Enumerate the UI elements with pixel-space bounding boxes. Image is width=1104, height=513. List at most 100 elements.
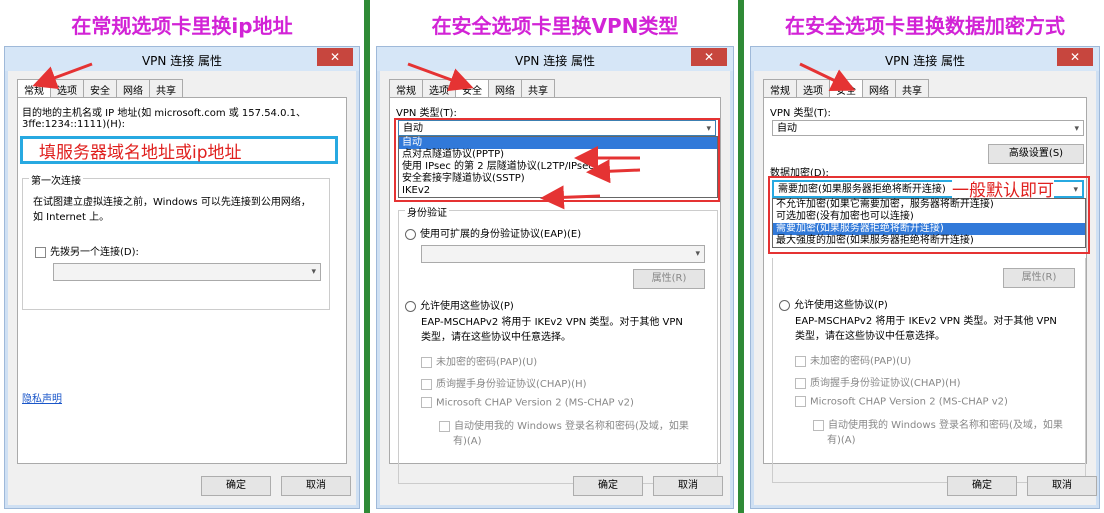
auto-windows-label-line1: 自动使用我的 Windows 登录名称和密码(及域，如果	[828, 420, 1063, 431]
mschap-checkbox[interactable]: Microsoft CHAP Version 2 (MS-CHAP v2)	[421, 397, 634, 409]
chevron-down-icon: ▾	[311, 267, 316, 277]
mschap-checkbox[interactable]: Microsoft CHAP Version 2 (MS-CHAP v2)	[795, 396, 1008, 408]
tab-security[interactable]: 安全	[455, 79, 489, 99]
tab-content: VPN 类型(T): 自动 ▾ 自动 点对点隧道协议(PPTP) 使用 IPsec…	[389, 97, 721, 484]
panel-heading: 在安全选项卡里换VPN类型	[431, 14, 679, 38]
checkbox-icon	[421, 378, 432, 390]
tab-strip: 常规 选项 安全 网络 共享	[389, 79, 555, 99]
ok-button[interactable]: 确定	[947, 476, 1017, 496]
tab-network[interactable]: 网络	[488, 79, 522, 99]
auth-group: 身份验证 使用可扩展的身份验证协议(EAP)(E) ▾ 属性(R) 允许使用这些…	[398, 204, 718, 484]
checkbox-icon	[421, 356, 432, 368]
window-title: VPN 连接 属性	[884, 54, 966, 68]
allow-protocols-radio[interactable]: 允许使用这些协议(P)	[405, 297, 514, 312]
chevron-down-icon: ▾	[695, 249, 700, 259]
cancel-button[interactable]: 取消	[653, 476, 723, 496]
mschap-note-line1: EAP-MSCHAPv2 将用于 IKEv2 VPN 类型。对于其他 VPN	[421, 317, 683, 328]
highlight-box	[394, 118, 720, 202]
vpn-properties-dialog: VPN 连接 属性 ✕ 常规 选项 安全 网络 共享 目的地的主机名或 IP 地址(如 …	[4, 46, 360, 509]
tab-options[interactable]: 选项	[50, 79, 84, 99]
advanced-settings-button[interactable]: 高级设置(S)	[988, 144, 1084, 164]
ok-button[interactable]: 确定	[201, 476, 271, 496]
host-label: 目的地的主机名或 IP 地址(如 microsoft.com 或 157.54.…	[22, 104, 306, 130]
panel-security-vpn-type: 在安全选项卡里换VPN类型 VPN 连接 属性 ✕ 常规 选项 安全 网络 共享 VPN…	[372, 0, 738, 513]
checkbox-icon	[35, 246, 46, 258]
mschap-note-line1: EAP-MSCHAPv2 将用于 IKEv2 VPN 类型。对于其他 VPN	[795, 316, 1057, 327]
tab-options[interactable]: 选项	[422, 79, 456, 99]
checkbox-icon	[795, 377, 806, 389]
tab-security[interactable]: 安全	[83, 79, 117, 99]
ok-button[interactable]: 确定	[573, 476, 643, 496]
eap-radio-label: 使用可扩展的身份验证协议(EAP)(E)	[420, 229, 582, 240]
vpn-type-select[interactable]: 自动 ▾	[772, 120, 1084, 136]
chevron-down-icon: ▾	[1074, 124, 1079, 134]
tab-sharing[interactable]: 共享	[895, 79, 929, 99]
dial-first-label: 先拨另一个连接(D):	[50, 247, 139, 258]
tab-network[interactable]: 网络	[862, 79, 896, 99]
privacy-link[interactable]: 隐私声明	[22, 390, 62, 405]
checkbox-icon	[795, 396, 806, 407]
tab-security[interactable]: 安全	[829, 79, 863, 99]
allow-protocols-radio[interactable]: 允许使用这些协议(P)	[779, 296, 888, 311]
cancel-button[interactable]: 取消	[1027, 476, 1097, 496]
dial-first-select[interactable]: ▾	[53, 263, 321, 281]
first-connect-desc: 在试图建立虚拟连接之前，Windows 可以先连接到公用网络， 如 Intern…	[33, 193, 311, 223]
eap-select[interactable]: ▾	[421, 245, 705, 263]
pap-checkbox[interactable]: 未加密的密码(PAP)(U)	[421, 353, 537, 368]
chap-checkbox[interactable]: 质询握手身份验证协议(CHAP)(H)	[421, 375, 587, 390]
properties-button[interactable]: 属性(R)	[1003, 268, 1075, 288]
dial-first-checkbox[interactable]: 先拨另一个连接(D):	[35, 243, 139, 258]
close-button[interactable]: ✕	[691, 48, 727, 66]
tab-general[interactable]: 常规	[763, 79, 797, 99]
mschap-note: EAP-MSCHAPv2 将用于 IKEv2 VPN 类型。对于其他 VPN 类…	[421, 313, 683, 343]
close-button[interactable]: ✕	[1057, 48, 1093, 66]
pap-checkbox[interactable]: 未加密的密码(PAP)(U)	[795, 352, 911, 367]
vpn-properties-dialog: VPN 连接 属性 ✕ 常规 选项 安全 网络 共享 VPN 类型(T): 自动 ▾ 自动…	[376, 46, 734, 509]
cancel-button[interactable]: 取消	[281, 476, 351, 496]
pap-label: 未加密的密码(PAP)(U)	[810, 356, 912, 367]
tab-content: VPN 类型(T): 自动 ▾ 高级设置(S) 数据加密(D): 需要加密(如果服…	[763, 97, 1090, 483]
tab-general[interactable]: 常规	[17, 79, 51, 99]
checkbox-icon	[795, 355, 806, 367]
properties-button[interactable]: 属性(R)	[633, 269, 705, 289]
mschap-note-line2: 类型，请在这些协议中任意选择。	[795, 331, 945, 342]
tab-sharing[interactable]: 共享	[521, 79, 555, 99]
host-label-line2: 3ffe:1234::1111)(H):	[22, 119, 126, 130]
vpn-type-label: VPN 类型(T):	[770, 108, 831, 119]
eap-radio[interactable]: 使用可扩展的身份验证协议(EAP)(E)	[405, 225, 581, 240]
chap-label: 质询握手身份验证协议(CHAP)(H)	[810, 378, 961, 389]
checkbox-icon	[439, 420, 450, 432]
tab-strip: 常规 选项 安全 网络 共享	[763, 79, 929, 99]
auto-windows-checkbox[interactable]: 自动使用我的 Windows 登录名称和密码(及域，如果 有)(A)	[813, 416, 1063, 446]
auto-windows-checkbox[interactable]: 自动使用我的 Windows 登录名称和密码(及域，如果 有)(A)	[439, 417, 689, 447]
close-button[interactable]: ✕	[317, 48, 353, 66]
first-connect-desc-line2: 如 Internet 上。	[33, 212, 110, 223]
auth-label: 身份验证	[405, 204, 449, 219]
divider	[738, 0, 744, 513]
pap-label: 未加密的密码(PAP)(U)	[436, 357, 538, 368]
mschap-label: Microsoft CHAP Version 2 (MS-CHAP v2)	[810, 396, 1008, 408]
allow-protocols-label: 允许使用这些协议(P)	[420, 301, 514, 312]
chap-checkbox[interactable]: 质询握手身份验证协议(CHAP)(H)	[795, 374, 961, 389]
auto-windows-label-line2: 有)(A)	[453, 436, 482, 447]
radio-icon	[405, 300, 416, 312]
divider	[364, 0, 370, 513]
highlight-box	[768, 176, 1090, 254]
title-bar: VPN 连接 属性 ✕	[377, 47, 733, 71]
auto-windows-label-line1: 自动使用我的 Windows 登录名称和密码(及域，如果	[454, 421, 689, 432]
radio-icon	[405, 228, 416, 240]
vpn-type-label: VPN 类型(T):	[396, 108, 457, 119]
host-input[interactable]: 填服务器域名地址或ip地址	[20, 136, 338, 164]
title-bar: VPN 连接 属性 ✕	[5, 47, 359, 71]
first-connect-title: 第一次连接	[29, 172, 83, 187]
tab-general[interactable]: 常规	[389, 79, 423, 99]
chap-label: 质询握手身份验证协议(CHAP)(H)	[436, 379, 587, 390]
tab-options[interactable]: 选项	[796, 79, 830, 99]
tab-network[interactable]: 网络	[116, 79, 150, 99]
window-title: VPN 连接 属性	[141, 54, 223, 68]
panel-general: 在常规选项卡里换ip地址 VPN 连接 属性 ✕ 常规 选项 安全 网络 共享 目的地的…	[0, 0, 364, 513]
tab-strip: 常规 选项 安全 网络 共享	[17, 79, 183, 99]
auto-windows-label-line2: 有)(A)	[827, 435, 856, 446]
tab-sharing[interactable]: 共享	[149, 79, 183, 99]
vpn-type-value: 自动	[777, 123, 797, 134]
